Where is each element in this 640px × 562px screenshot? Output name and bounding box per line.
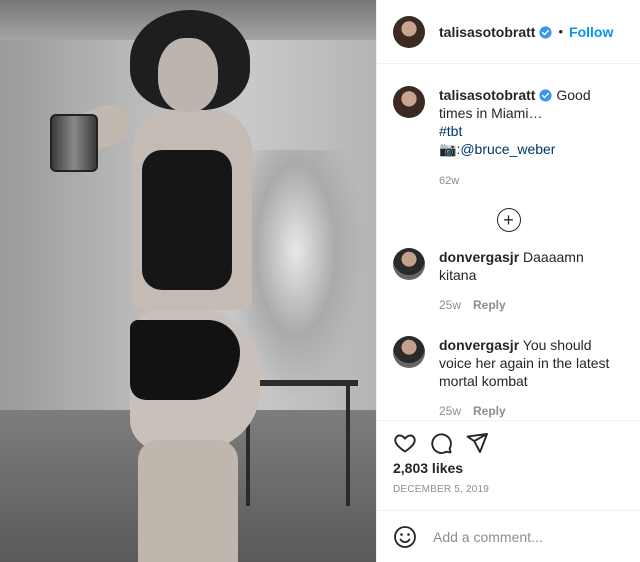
caption-username[interactable]: talisasotobratt (439, 87, 535, 103)
follow-button[interactable]: Follow (569, 24, 613, 40)
caption-timestamp[interactable]: 62w (439, 172, 624, 190)
likes-count[interactable]: 2,803 likes (377, 458, 640, 480)
verified-badge-icon (539, 25, 553, 39)
verified-badge-icon (539, 89, 553, 102)
heart-icon[interactable] (393, 431, 417, 455)
post-side-panel: talisasotobratt • Follow talisasotobratt… (376, 0, 640, 562)
photo-subject (50, 10, 260, 562)
photo-glass (50, 114, 98, 172)
commenter-username[interactable]: donvergasjr (439, 337, 519, 353)
header-separator: • (558, 24, 564, 39)
commenter-avatar[interactable] (393, 248, 425, 280)
reply-button[interactable]: Reply (473, 296, 506, 314)
commenter-username[interactable]: donvergasjr (439, 249, 519, 265)
comment-timestamp[interactable]: 25w (439, 402, 461, 420)
post-header: talisasotobratt • Follow (377, 0, 640, 64)
load-more-comments[interactable]: + (393, 208, 624, 232)
add-comment-bar (377, 510, 640, 562)
caption-avatar[interactable] (393, 86, 425, 118)
commenter-avatar[interactable] (393, 336, 425, 368)
comment-bubble-icon[interactable] (429, 431, 453, 455)
smiley-icon[interactable] (393, 525, 417, 549)
caption-photo-credit[interactable]: 📷:@bruce_weber (439, 140, 624, 158)
paper-plane-icon[interactable] (465, 431, 489, 455)
add-comment-input[interactable] (433, 528, 613, 545)
author-username[interactable]: talisasotobratt (439, 24, 553, 40)
post-caption: talisasotobratt Good times in Miami… #tb… (393, 86, 624, 190)
post-actions (377, 420, 640, 458)
caption-hashtag[interactable]: #tbt (439, 122, 624, 140)
comment-timestamp[interactable]: 25w (439, 296, 461, 314)
post-photo[interactable] (0, 0, 376, 562)
instagram-post: talisasotobratt • Follow talisasotobratt… (0, 0, 640, 562)
comment-item: donvergasjr Daaaamn kitana 25w Reply (393, 248, 624, 314)
author-avatar[interactable] (393, 15, 425, 48)
plus-circle-icon[interactable]: + (496, 208, 521, 232)
comment-item: donvergasjr You should voice her again i… (393, 336, 624, 420)
comments-list[interactable]: talisasotobratt Good times in Miami… #tb… (377, 64, 640, 420)
post-date[interactable]: DECEMBER 5, 2019 (377, 480, 640, 510)
reply-button[interactable]: Reply (473, 402, 506, 420)
